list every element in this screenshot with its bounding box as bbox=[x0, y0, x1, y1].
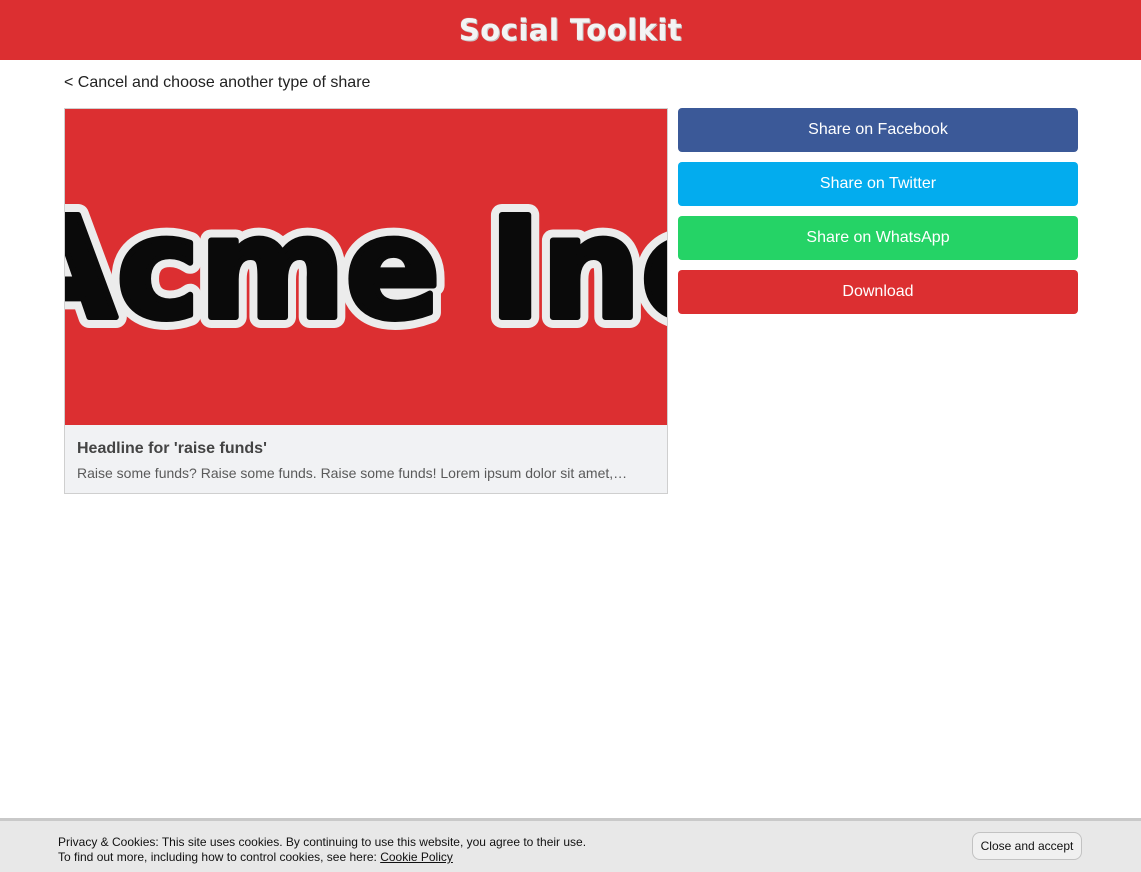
download-button[interactable]: Download bbox=[678, 270, 1078, 314]
site-title: Social Toolkit bbox=[458, 13, 683, 47]
close-and-accept-button[interactable]: Close and accept bbox=[972, 832, 1082, 860]
preview-image: Acme Inc Acme Inc bbox=[65, 109, 667, 425]
share-facebook-button[interactable]: Share on Facebook bbox=[678, 108, 1078, 152]
preview-headline: Headline for 'raise funds' bbox=[77, 440, 267, 457]
site-header: Social Toolkit bbox=[0, 0, 1141, 60]
preview-description: Raise some funds? Raise some funds. Rais… bbox=[77, 465, 629, 481]
cookie-notice-line1: Privacy & Cookies: This site uses cookie… bbox=[58, 835, 587, 849]
cookie-notice-line2: To find out more, including how to contr… bbox=[58, 850, 586, 865]
cookie-notice: Privacy & Cookies: This site uses cookie… bbox=[58, 835, 586, 865]
acme-logo-image: Acme Inc Acme Inc bbox=[65, 177, 667, 362]
cancel-back-link[interactable]: < Cancel and choose another type of shar… bbox=[64, 74, 370, 92]
share-twitter-button[interactable]: Share on Twitter bbox=[678, 162, 1078, 206]
cookie-banner: Privacy & Cookies: This site uses cookie… bbox=[0, 818, 1141, 872]
cookie-policy-link[interactable]: Cookie Policy bbox=[380, 850, 453, 864]
share-whatsapp-button[interactable]: Share on WhatsApp bbox=[678, 216, 1078, 260]
logo-fill-text: Acme Inc bbox=[65, 188, 667, 351]
share-preview-card: Acme Inc Acme Inc Headline for 'raise fu… bbox=[64, 108, 668, 494]
cookie-notice-prefix: To find out more, including how to contr… bbox=[58, 850, 381, 864]
